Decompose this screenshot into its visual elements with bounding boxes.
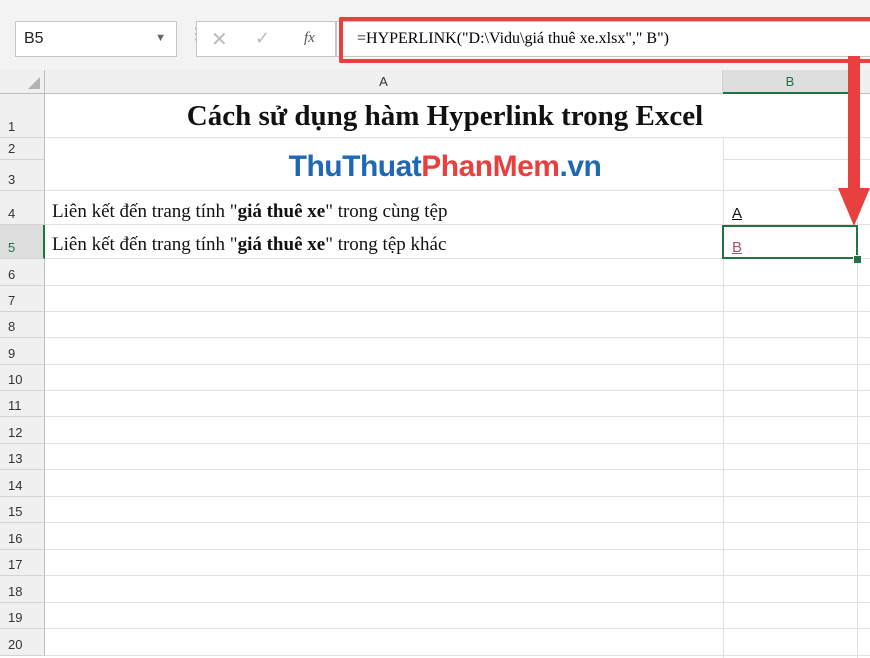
row-header-16[interactable]: 16 [0,523,45,550]
gridline [45,364,870,365]
column-header-b[interactable]: B [723,70,857,94]
spreadsheet-grid[interactable]: A B 1 2 3 4 5 6 7 8 9 10 11 12 13 14 15 … [0,70,870,658]
formula-bar-area: B5 ▼ ⋮ ✕ ✓ fx =HYPERLINK("D:\Vidu\giá th… [0,0,870,70]
gridline [45,311,870,312]
gridline [45,190,870,191]
row-header-7[interactable]: 7 [0,286,45,312]
row-header-14[interactable]: 14 [0,470,45,497]
row-header-17[interactable]: 17 [0,550,45,576]
cell-a4[interactable]: Liên kết đến trang tính "giá thuê xe" tr… [52,201,447,223]
brand-logo-text: ThuThuatPhanMem.vn [288,150,602,183]
gridline [45,285,870,286]
row-header-2[interactable]: 2 [0,138,45,160]
gridline [45,628,870,629]
gridline [45,575,870,576]
gridline [45,416,870,417]
name-box-value: B5 [24,30,44,47]
gridline [45,337,870,338]
row-header-11[interactable]: 11 [0,391,45,417]
gridline [45,602,870,603]
fill-handle[interactable] [853,255,862,264]
row-header-6[interactable]: 6 [0,259,45,286]
select-all-triangle-icon [28,77,40,89]
name-box[interactable]: B5 ▼ [15,21,177,57]
gridline [45,137,870,138]
column-header-a[interactable]: A [45,70,723,94]
gridline [723,138,724,658]
row-header-13[interactable]: 13 [0,444,45,470]
row-header-20[interactable]: 20 [0,629,45,656]
row-header-4[interactable]: 4 [0,191,45,225]
row-header-19[interactable]: 19 [0,603,45,629]
row-header-3[interactable]: 3 [0,160,45,191]
gridline [45,443,870,444]
row-header-12[interactable]: 12 [0,417,45,444]
cell-b4-hyperlink[interactable]: A [732,205,742,222]
check-icon[interactable]: ✓ [255,28,270,49]
gridline [45,390,870,391]
fx-icon[interactable]: fx [304,30,315,47]
cell-a1-title[interactable]: Cách sử dụng hàm Hyperlink trong Excel [45,100,845,133]
row-header-1[interactable]: 1 [0,94,45,138]
highlight-box [339,17,870,63]
row-header-15[interactable]: 15 [0,497,45,523]
select-all-button[interactable] [0,70,45,94]
gridline [45,549,870,550]
gridline [45,496,870,497]
row-header-10[interactable]: 10 [0,365,45,391]
arrow-down-icon [838,56,870,226]
row-header-9[interactable]: 9 [0,338,45,365]
active-cell-border [722,225,858,259]
cell-a5[interactable]: Liên kết đến trang tính "giá thuê xe" tr… [52,234,446,256]
row-header-18[interactable]: 18 [0,576,45,603]
x-icon[interactable]: ✕ [211,27,228,52]
formula-buttons: ✕ ✓ fx [196,21,336,57]
gridline [45,655,870,656]
gridline [45,469,870,470]
gridline [45,522,870,523]
chevron-down-icon[interactable]: ▼ [155,32,166,44]
row-header-5[interactable]: 5 [0,225,45,259]
row-header-8[interactable]: 8 [0,312,45,338]
